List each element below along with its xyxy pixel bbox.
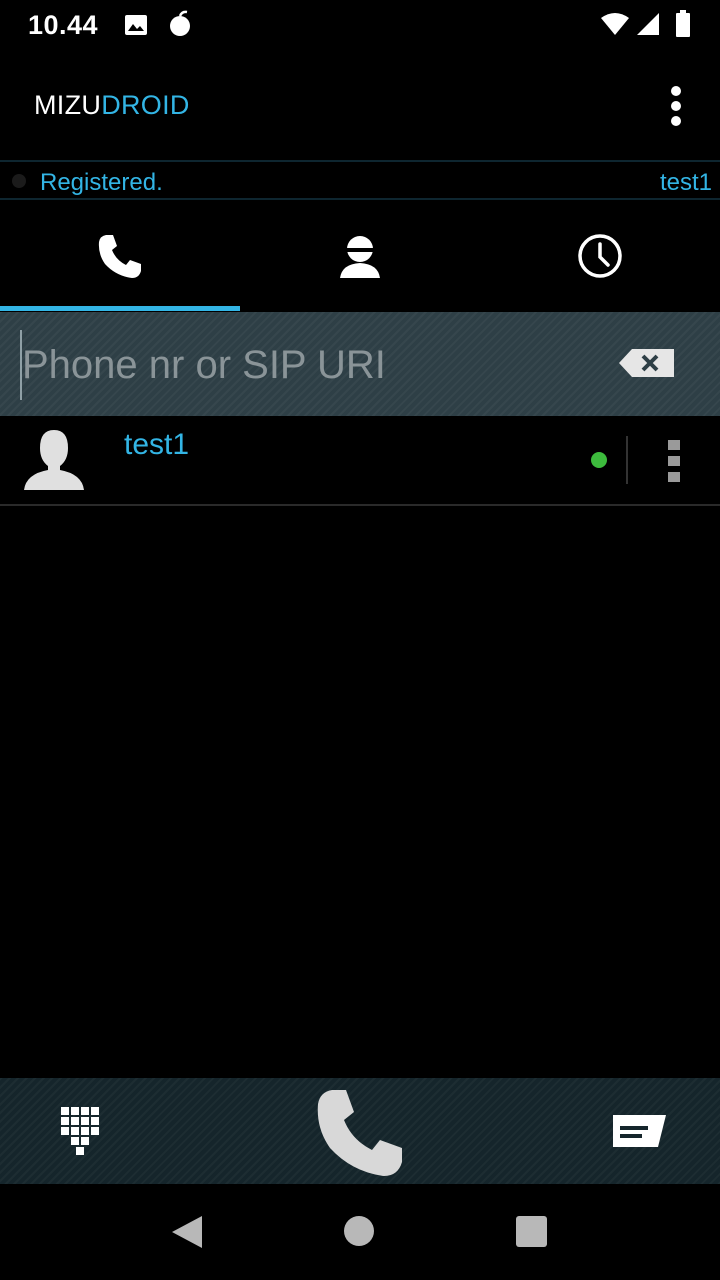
registration-indicator: [12, 174, 26, 188]
dial-input-row: [0, 312, 720, 416]
wifi-icon: [600, 12, 630, 41]
registered-username: test1: [659, 169, 712, 196]
signal-icon: [636, 12, 660, 41]
presence-indicator: [591, 452, 607, 468]
phone-icon: [98, 235, 141, 278]
bottom-action-bar: [0, 1078, 720, 1184]
image-icon: [124, 14, 148, 41]
contact-list: test1: [0, 416, 720, 506]
system-nav-bar: [0, 1184, 720, 1280]
divider: [626, 436, 628, 484]
message-icon[interactable]: [612, 1114, 668, 1153]
app-title-part2: DROID: [101, 90, 190, 120]
app-notification-icon: [168, 10, 192, 43]
tab-history[interactable]: [480, 200, 720, 312]
person-avatar-icon: [22, 428, 86, 497]
home-icon[interactable]: [344, 1216, 374, 1246]
history-clock-icon: [578, 234, 622, 278]
tab-dialer[interactable]: [0, 200, 240, 312]
battery-icon: [675, 10, 691, 43]
status-time: 10.44: [28, 10, 99, 40]
contact-menu-icon[interactable]: [668, 440, 682, 482]
app-title-part1: MIZU: [34, 90, 102, 120]
app-title: MIZUDROID: [34, 90, 190, 121]
registration-bar: Registered. test1: [0, 160, 720, 200]
tab-bar: [0, 200, 720, 312]
app-bar: MIZUDROID: [0, 52, 720, 160]
contacts-icon: [340, 236, 380, 278]
dialpad-icon[interactable]: [60, 1106, 100, 1161]
call-icon[interactable]: [312, 1084, 408, 1185]
tab-selected-indicator: [0, 306, 240, 311]
back-icon[interactable]: [170, 1214, 204, 1255]
list-item[interactable]: test1: [0, 416, 720, 504]
tab-contacts[interactable]: [240, 200, 480, 312]
contact-name: test1: [124, 428, 190, 461]
registration-status: Registered.: [40, 169, 163, 196]
overflow-menu-icon[interactable]: [664, 86, 688, 126]
backspace-icon[interactable]: [618, 348, 676, 383]
recents-icon[interactable]: [516, 1216, 547, 1247]
status-bar: 10.44: [0, 0, 720, 52]
dial-input[interactable]: [20, 330, 590, 400]
